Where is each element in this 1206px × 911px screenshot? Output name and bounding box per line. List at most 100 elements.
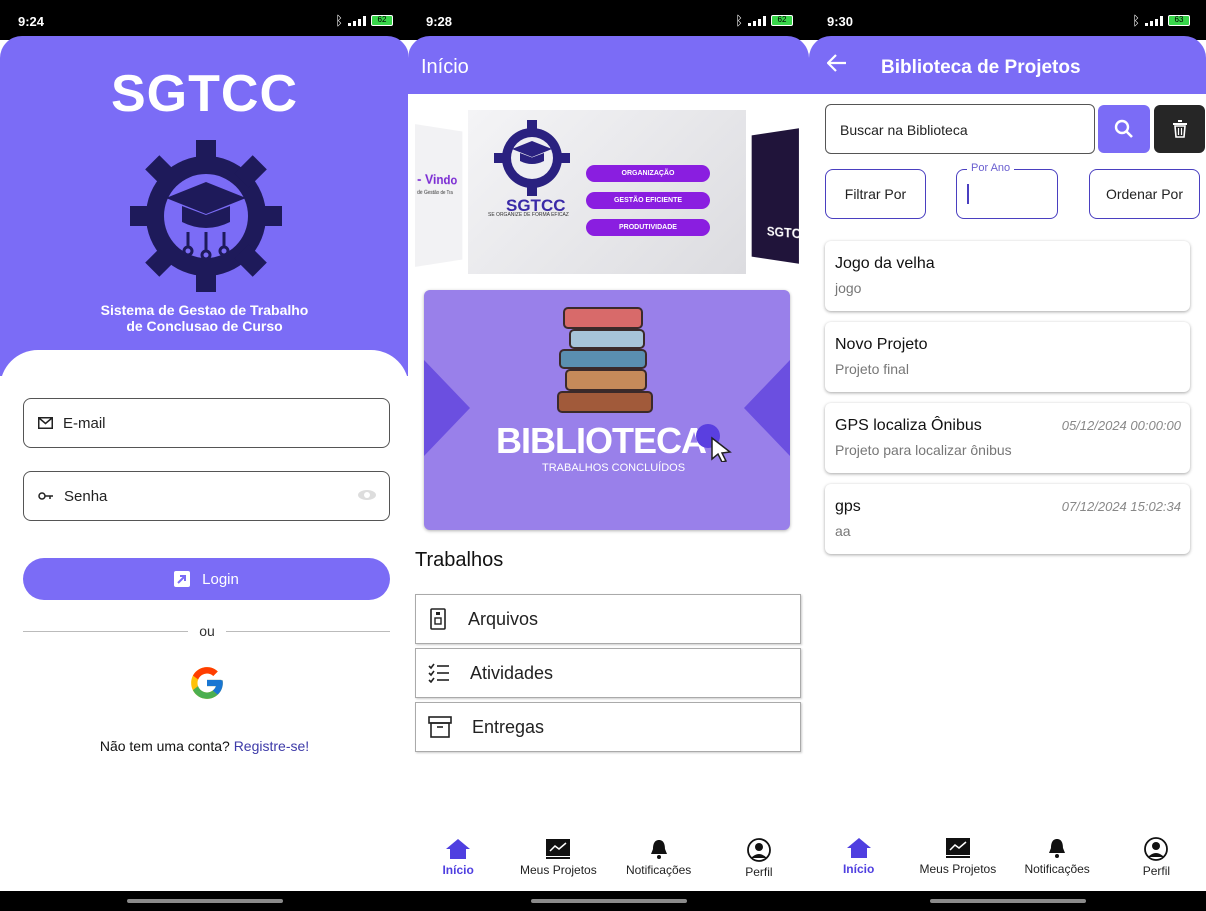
nav-tab-label: Início [842, 862, 875, 876]
projects-chart-icon [546, 839, 571, 859]
menu-item-label: Arquivos [468, 608, 539, 629]
back-arrow-icon[interactable] [827, 54, 847, 72]
gesture-bar [809, 891, 1206, 911]
year-input-label: Por Ano [967, 162, 1015, 174]
nav-tab-inicio[interactable]: Início [408, 838, 508, 890]
nav-tab-label: Perfil [1142, 864, 1171, 878]
gesture-bar [0, 891, 409, 911]
bottom-navigation: Início Meus Projetos Notificações Perfil [809, 837, 1206, 889]
project-desc: Projeto para localizar ônibus [835, 442, 1012, 458]
status-bar: 9:30 ᛒ 63 [809, 0, 1206, 40]
arrow-left-decor [424, 360, 470, 456]
trash-icon [1172, 120, 1187, 138]
google-signin-icon[interactable] [188, 664, 226, 702]
or-label: ou [188, 623, 226, 639]
show-password-eye-icon[interactable] [357, 489, 377, 501]
nav-tab-meus-projetos[interactable]: Meus Projetos [908, 837, 1007, 889]
nav-tab-label: Notificações [1024, 862, 1090, 876]
carousel-slide-next[interactable]: SGTC [751, 128, 799, 264]
register-link[interactable]: Registre-se! [234, 738, 309, 754]
status-bar: 9:24 ᛒ 62 [0, 0, 409, 40]
search-button[interactable] [1098, 105, 1150, 153]
home-icon [846, 838, 871, 858]
cursor-click-icon [696, 424, 732, 462]
project-card[interactable]: Novo Projeto Projeto final [825, 322, 1190, 392]
register-row: Não tem uma conta? Registre-se! [0, 738, 409, 754]
menu-item-label: Entregas [472, 716, 545, 737]
app-tagline: Sistema de Gestao de Trabalho de Conclus… [0, 302, 409, 334]
project-card[interactable]: Jogo da velha jogo [825, 241, 1190, 311]
slide-tag: PRODUTIVIDADE [586, 219, 710, 236]
projects-chart-icon [945, 838, 970, 858]
nav-tab-inicio[interactable]: Início [809, 837, 908, 889]
text-cursor [967, 184, 969, 204]
app-logo-text: SGTCC [111, 65, 298, 123]
app-bar: Biblioteca de Projetos [809, 36, 1206, 94]
menu-item-atividades[interactable]: Atividades [415, 648, 801, 698]
project-date: 05/12/2024 00:00:00 [1061, 418, 1181, 433]
status-icons: ᛒ 63 [1132, 13, 1190, 28]
year-input[interactable]: Por Ano [956, 162, 1058, 219]
register-prompt: Não tem uma conta? [99, 738, 230, 754]
filter-button[interactable]: Filtrar Por [825, 169, 926, 219]
home-indicator[interactable] [929, 899, 1086, 903]
bluetooth-icon: ᛒ [1132, 13, 1140, 28]
home-icon [446, 839, 471, 859]
nav-tab-notificacoes[interactable]: Notificações [1008, 837, 1107, 889]
slide-prev-text: - Vindo [417, 170, 458, 188]
biblioteca-title: BIBLIOTECA [496, 420, 707, 461]
home-screen: 9:28 ᛒ 62 Início - Vindo de Gestão de Tr… [408, 0, 809, 911]
clear-button[interactable] [1154, 105, 1205, 153]
profile-icon [1144, 837, 1169, 861]
home-indicator[interactable] [126, 899, 283, 903]
nav-tab-perfil[interactable]: Perfil [709, 838, 809, 890]
slide-tag: GESTÃO EFICIENTE [586, 192, 710, 209]
slide-prev-subtext: de Gestão de Tra [417, 189, 453, 197]
menu-item-entregas[interactable]: Entregas [415, 702, 801, 752]
email-field[interactable]: E-mail [23, 398, 390, 448]
nav-tab-perfil[interactable]: Perfil [1107, 837, 1206, 889]
bell-icon [1049, 839, 1066, 858]
archive-zip-icon [430, 608, 446, 630]
menu-item-label: Atividades [470, 662, 554, 683]
library-search-input[interactable]: Buscar na Biblioteca [825, 104, 1095, 154]
status-icons: ᛒ 62 [335, 13, 393, 28]
menu-item-arquivos[interactable]: Arquivos [415, 594, 801, 644]
arrow-right-decor [744, 360, 790, 456]
status-time: 9:28 [426, 14, 453, 29]
slide-brand-sub: SE ORGANIZE DE FORMA EFICAZ [488, 212, 569, 218]
checklist-icon [428, 663, 449, 683]
project-name: Jogo da velha [835, 255, 935, 272]
login-button[interactable]: Login [23, 558, 390, 600]
carousel-slide-prev[interactable]: - Vindo de Gestão de Tra [415, 124, 463, 267]
nav-tab-label: Perfil [745, 865, 773, 879]
battery-icon: 62 [771, 15, 793, 26]
bluetooth-icon: ᛒ [335, 13, 343, 28]
carousel-slide-current[interactable]: SGTCC SE ORGANIZE DE FORMA EFICAZ ORGANI… [468, 110, 746, 274]
nav-tab-label: Notificações [625, 863, 692, 877]
page-title: Biblioteca de Projetos [881, 57, 1081, 78]
home-indicator[interactable] [530, 899, 687, 903]
app-bar: Início [408, 36, 809, 94]
nav-tab-label: Meus Projetos [919, 862, 997, 876]
banner-carousel[interactable]: - Vindo de Gestão de Tra SGTCC SE ORGANI… [408, 110, 809, 275]
page-title: Início [421, 56, 469, 78]
battery-icon: 62 [371, 15, 393, 26]
sort-button[interactable]: Ordenar Por [1089, 169, 1200, 219]
login-icon [174, 571, 191, 587]
biblioteca-banner[interactable]: BIBLIOTECA TRABALHOS CONCLUÍDOS [424, 290, 790, 530]
project-card[interactable]: GPS localiza Ônibus 05/12/2024 00:00:00 … [825, 403, 1190, 473]
bluetooth-icon: ᛒ [735, 13, 743, 28]
project-desc: Projeto final [835, 361, 909, 377]
section-title: Trabalhos [415, 549, 504, 571]
project-desc: jogo [835, 280, 862, 296]
password-field[interactable]: Senha [23, 471, 390, 521]
project-desc: aa [835, 523, 851, 539]
nav-tab-label: Início [442, 863, 474, 877]
nav-tab-meus-projetos[interactable]: Meus Projetos [508, 838, 608, 890]
nav-tab-notificacoes[interactable]: Notificações [609, 838, 709, 890]
status-time: 9:30 [827, 14, 854, 29]
project-card[interactable]: gps 07/12/2024 15:02:34 aa [825, 484, 1190, 554]
key-icon [38, 492, 53, 500]
login-screen: 9:24 ᛒ 62 SGTCC Sistema de Gestao de Tra… [0, 0, 409, 911]
